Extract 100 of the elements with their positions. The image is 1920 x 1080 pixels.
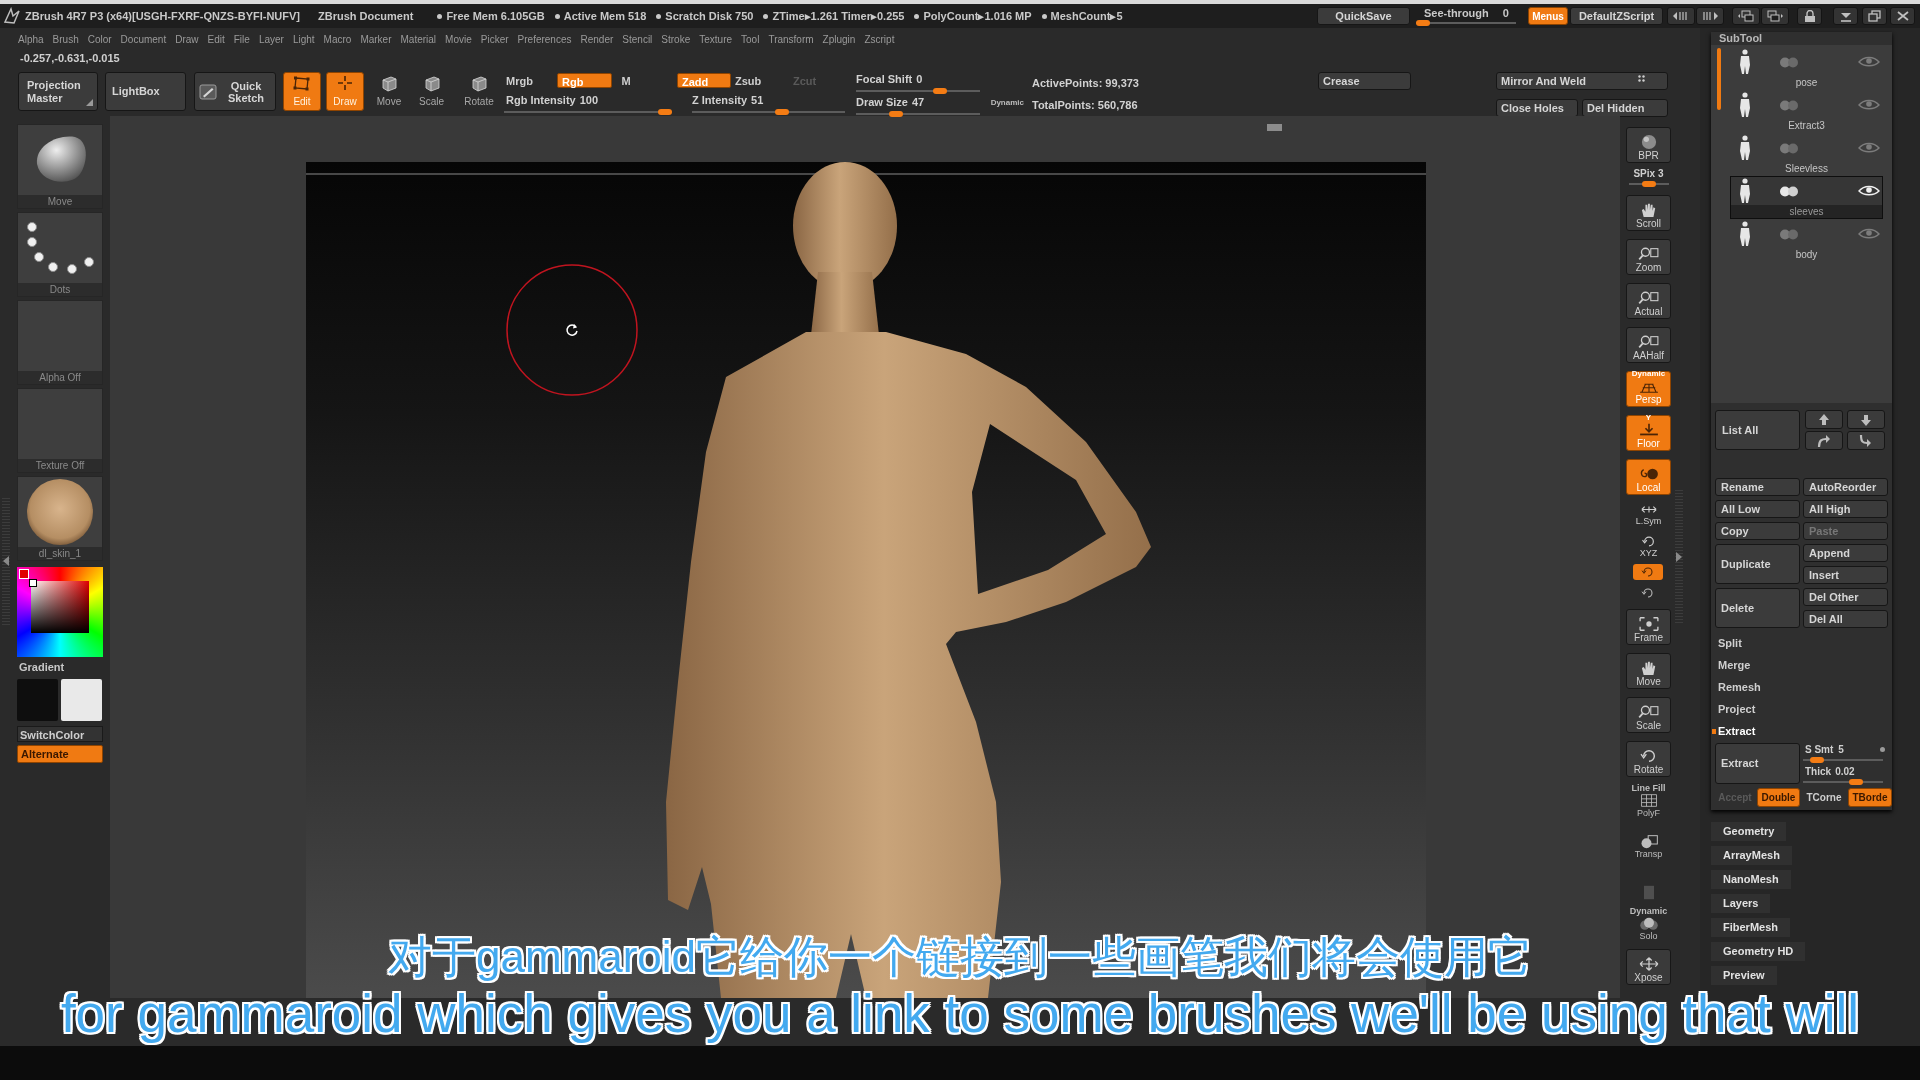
palette-header[interactable]: FiberMesh [1711, 917, 1790, 937]
action-button[interactable]: Duplicate [1715, 544, 1800, 584]
palette-header[interactable]: Layers [1711, 893, 1771, 913]
smooth-slider[interactable] [1803, 757, 1883, 763]
mode-button[interactable]: Rotate [462, 72, 496, 111]
alpha-tile[interactable]: Alpha Off [17, 300, 103, 385]
shelf-button[interactable]: Rotate [1626, 741, 1671, 777]
action-button[interactable]: All Low [1715, 500, 1800, 518]
lightbox-button[interactable]: LightBox [105, 72, 186, 111]
arrow-button[interactable] [1847, 410, 1885, 429]
shelf-button[interactable]: Dynamic Solo [1626, 905, 1671, 941]
crease-button[interactable]: Crease [1318, 72, 1411, 90]
action-button[interactable]: Insert [1803, 566, 1888, 584]
shelf-button[interactable]: Scale [1626, 697, 1671, 733]
material-tile[interactable]: dl_skin_1 [17, 476, 103, 561]
menu-item[interactable]: Brush [52, 31, 79, 47]
stroke-tile[interactable]: Dots [17, 212, 103, 297]
palette-section[interactable]: Remesh [1711, 676, 1861, 698]
extract-button[interactable]: Extract [1715, 743, 1800, 784]
shelf-button[interactable]: Line Fill PolyF [1626, 782, 1671, 818]
close-button[interactable] [1890, 7, 1915, 25]
projection-master-button[interactable]: Projection Master [18, 72, 98, 111]
color-swatch[interactable] [61, 679, 102, 721]
brush-tile[interactable]: Move [17, 124, 103, 209]
menu-item[interactable]: Document [120, 31, 167, 47]
shelf-button[interactable]: BPR [1626, 127, 1671, 163]
menu-item[interactable]: Picker [480, 31, 509, 47]
two-circles-icon[interactable] [1779, 185, 1799, 197]
menu-item[interactable]: Edit [207, 31, 225, 47]
menu-item[interactable]: Draw [175, 31, 199, 47]
color-swatch[interactable] [17, 679, 58, 721]
window-right-button[interactable] [1761, 7, 1789, 25]
color-mode-button[interactable]: Mrgb [504, 72, 552, 88]
palette-section[interactable]: Split [1711, 632, 1861, 654]
arrow-button[interactable] [1805, 410, 1843, 429]
menu-item[interactable]: Alpha [18, 31, 44, 47]
toggle-button[interactable]: TCorne [1802, 788, 1846, 807]
shelf-button[interactable]: Xpose [1626, 949, 1671, 985]
action-button[interactable]: Del All [1803, 610, 1888, 628]
menu-item[interactable]: Macro [323, 31, 352, 47]
menu-item[interactable]: Texture [699, 31, 733, 47]
slider-thumb[interactable] [889, 111, 903, 117]
shelf-button[interactable]: Scroll [1626, 195, 1671, 231]
menu-item[interactable]: Marker [360, 31, 392, 47]
palette-section[interactable]: Project [1711, 698, 1861, 720]
action-button[interactable]: AutoReorder [1803, 478, 1888, 496]
shelf-button[interactable]: AAHalf [1626, 327, 1671, 363]
menu-item[interactable]: Tool [741, 31, 760, 47]
list-all-button[interactable]: List All [1715, 410, 1800, 450]
menu-item[interactable]: Stencil [622, 31, 653, 47]
left-arrow-button[interactable] [1667, 7, 1695, 25]
shelf-button[interactable]: Zoom [1626, 239, 1671, 275]
action-button[interactable]: Copy [1715, 522, 1800, 540]
mirror-and-weld-button[interactable]: Mirror And Weld [1496, 72, 1668, 90]
action-button[interactable]: Rename [1715, 478, 1800, 496]
palette-header[interactable]: NanoMesh [1711, 869, 1791, 889]
script-button[interactable]: DefaultZScript [1570, 7, 1663, 25]
sculpt-mode-button[interactable]: Zsub [735, 72, 771, 88]
slider-thumb[interactable] [933, 88, 947, 94]
slider-thumb[interactable] [1416, 19, 1430, 26]
subtool-item[interactable]: sleeves [1730, 176, 1883, 219]
color-picker[interactable] [17, 567, 103, 657]
action-button[interactable]: Delete [1715, 588, 1800, 628]
shelf-button[interactable]: L.Sym [1626, 503, 1671, 527]
menu-item[interactable]: Material [400, 31, 437, 47]
shelf-button[interactable]: Actual [1626, 283, 1671, 319]
shelf-button[interactable]: XYZ [1626, 535, 1671, 559]
shelf-button[interactable]: Transp [1626, 823, 1671, 859]
texture-tile[interactable]: Texture Off [17, 388, 103, 473]
quick-sketch-button[interactable]: Quick Sketch [194, 72, 276, 111]
shelf-button[interactable]: Frame [1626, 609, 1671, 645]
lock-button[interactable] [1797, 7, 1822, 25]
minimize-button[interactable] [1833, 7, 1858, 25]
toggle-button[interactable]: TBorde [1848, 788, 1892, 807]
palette-section[interactable]: Extract [1711, 720, 1861, 742]
window-left-button[interactable] [1732, 7, 1760, 25]
action-button[interactable]: Append [1803, 544, 1888, 562]
menu-item[interactable]: Transform [768, 31, 814, 47]
menu-item[interactable]: Stroke [661, 31, 691, 47]
action-button[interactable]: Del Other [1803, 588, 1888, 606]
quicksave-button[interactable]: QuickSave [1317, 7, 1410, 25]
mode-button[interactable]: Scale [416, 72, 447, 111]
slider-thumb[interactable] [658, 109, 672, 115]
menu-item[interactable]: Color [87, 31, 112, 47]
alternate-button[interactable]: Alternate [17, 745, 103, 763]
menu-item[interactable]: Layer [258, 31, 284, 47]
toggle-button[interactable]: Double [1757, 788, 1800, 807]
menu-item[interactable]: Movie [445, 31, 472, 47]
close-holes-button[interactable]: Close Holes [1496, 99, 1578, 117]
arrow-button[interactable] [1805, 431, 1843, 450]
menu-item[interactable]: File [233, 31, 250, 47]
menu-item[interactable]: Render [580, 31, 614, 47]
restore-button[interactable] [1862, 7, 1887, 25]
dynamic-toggle[interactable]: Dynamic [990, 96, 1024, 109]
palette-section[interactable]: Merge [1711, 654, 1861, 676]
shelf-button[interactable] [1633, 564, 1663, 580]
see-through-slider[interactable] [1416, 19, 1516, 26]
mode-button[interactable]: Move [374, 72, 404, 111]
palette-header[interactable]: Geometry [1711, 821, 1787, 841]
slider-thumb[interactable] [1849, 779, 1863, 785]
